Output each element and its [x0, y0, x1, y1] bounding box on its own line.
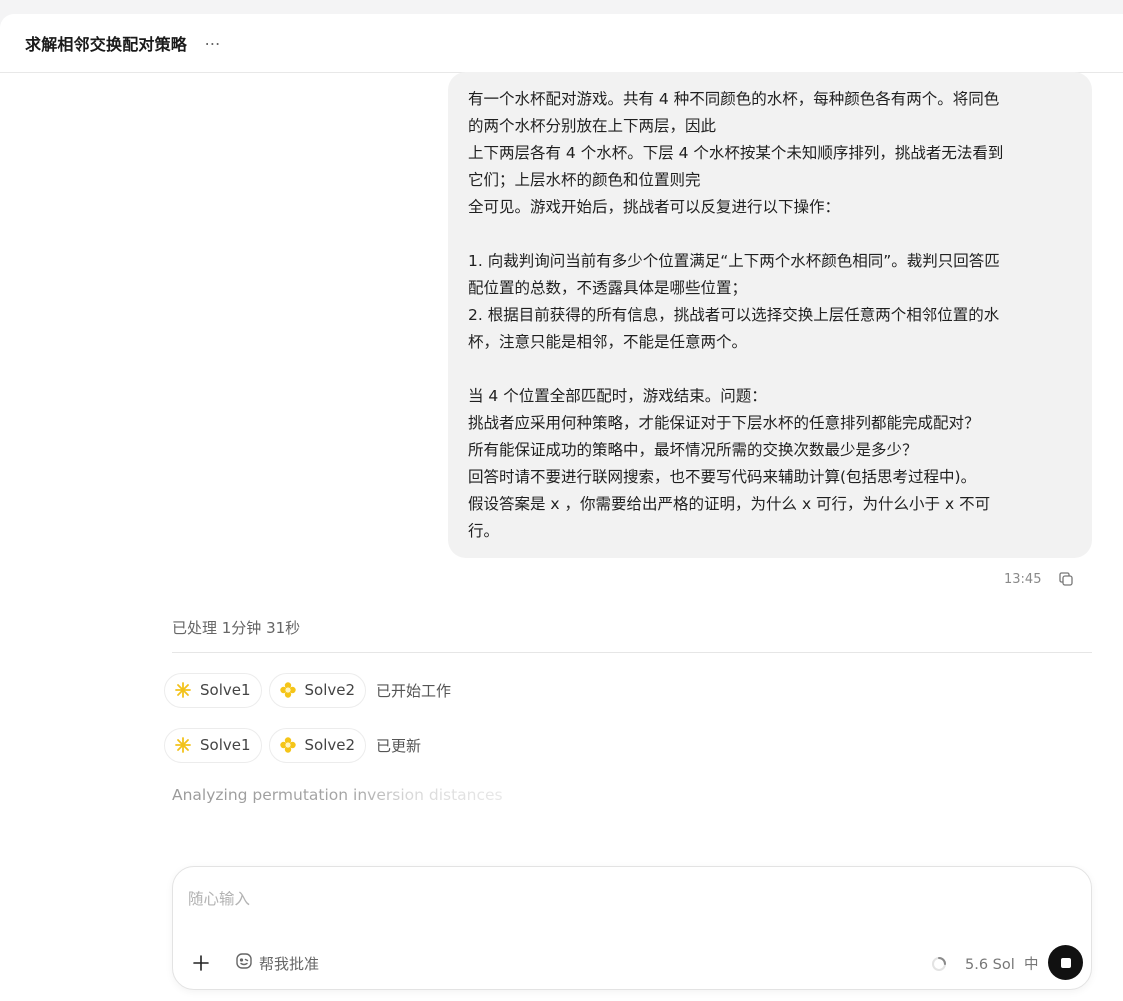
divider [172, 652, 1092, 653]
approve-icon [235, 952, 253, 974]
agent-chip-solve1[interactable]: Solve1 [164, 727, 262, 763]
message-meta: 13:45 [1004, 568, 1075, 590]
more-options-button[interactable]: ⋯ [201, 31, 225, 55]
approve-label: 帮我批准 [259, 954, 320, 973]
agent-chip-solve2[interactable]: Solve2 [268, 727, 367, 763]
copy-icon[interactable] [1057, 570, 1075, 588]
message-input[interactable] [188, 887, 1048, 911]
page-title: 求解相邻交换配对策略 [25, 35, 188, 54]
agent-chip-solve1[interactable]: Solve1 [164, 672, 262, 708]
agent-name: Solve2 [304, 736, 356, 754]
agent-status-row: Solve1 Solve2 已更新 [164, 727, 421, 763]
sparkle-icon [174, 736, 192, 754]
stop-icon [1060, 957, 1071, 968]
approve-button[interactable]: 帮我批准 [235, 951, 319, 975]
agent-status-row: Solve1 Solve2 已开始工作 [164, 672, 451, 708]
agent-name: Solve1 [200, 736, 251, 754]
agent-name: Solve2 [304, 681, 356, 699]
user-message-bubble: 有一个水杯配对游戏。共有 4 种不同颜色的水杯，每种颜色各有两个。将同色 的两个… [448, 72, 1092, 558]
agent-status-text: 已开始工作 [376, 681, 452, 700]
loading-spinner-icon [930, 955, 948, 973]
message-composer: 帮我批准 5.6 Sol 中 [172, 866, 1092, 990]
model-selector[interactable]: 5.6 Sol 中 [965, 953, 1039, 974]
agent-status-text: 已更新 [376, 736, 422, 755]
flower-icon [279, 681, 297, 699]
flower-icon [279, 736, 297, 754]
thinking-status: Analyzing permutation inversion distance… [172, 786, 503, 804]
chat-header: 求解相邻交换配对策略 ⋯ [0, 14, 1123, 73]
agent-name: Solve1 [200, 681, 251, 699]
processed-duration: 已处理 1分钟 31秒 [172, 619, 301, 637]
sparkle-icon [174, 681, 192, 699]
stop-button[interactable] [1048, 945, 1083, 980]
message-timestamp: 13:45 [1004, 571, 1042, 587]
agent-chip-solve2[interactable]: Solve2 [268, 672, 367, 708]
add-attachment-button[interactable] [190, 952, 212, 974]
